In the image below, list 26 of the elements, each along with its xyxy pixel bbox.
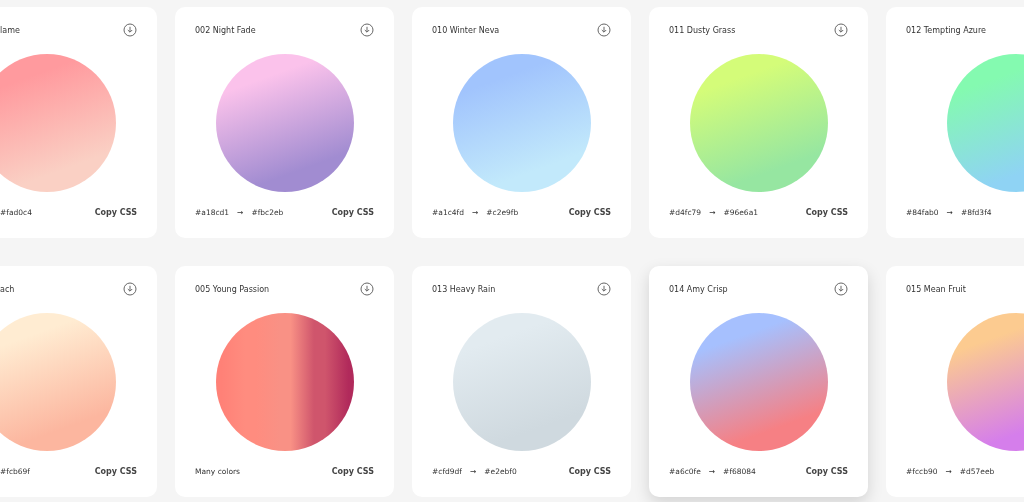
gradient-title: 015 Mean Fruit xyxy=(906,284,966,294)
copy-css-button[interactable]: Copy CSS xyxy=(94,208,137,217)
gradient-title: ach xyxy=(0,284,15,294)
copy-css-button[interactable]: Copy CSS xyxy=(805,467,848,476)
download-icon[interactable] xyxy=(123,282,137,296)
gradient-title: 013 Heavy Rain xyxy=(432,284,496,294)
copy-css-button[interactable]: Copy CSS xyxy=(805,208,848,217)
gradient-title: 014 Amy Crisp xyxy=(669,284,728,294)
gradient-title: 010 Winter Neva xyxy=(432,25,500,35)
copy-css-button[interactable]: Copy CSS xyxy=(331,208,374,217)
download-icon[interactable] xyxy=(597,23,611,37)
gradient-title: 002 Night Fade xyxy=(195,25,256,35)
copy-css-button[interactable]: Copy CSS xyxy=(331,467,374,476)
gradient-title: lame xyxy=(0,25,20,35)
download-icon[interactable] xyxy=(834,282,848,296)
download-icon[interactable] xyxy=(123,23,137,37)
download-icon[interactable] xyxy=(360,23,374,37)
download-icon[interactable] xyxy=(360,282,374,296)
gradient-title: 012 Tempting Azure xyxy=(906,25,986,35)
copy-css-button[interactable]: Copy CSS xyxy=(568,208,611,217)
gradient-title: 005 Young Passion xyxy=(195,284,270,294)
download-icon[interactable] xyxy=(597,282,611,296)
download-icon[interactable] xyxy=(834,23,848,37)
copy-css-button[interactable]: Copy CSS xyxy=(94,467,137,476)
gradient-title: 011 Dusty Grass xyxy=(669,25,736,35)
copy-css-button[interactable]: Copy CSS xyxy=(568,467,611,476)
